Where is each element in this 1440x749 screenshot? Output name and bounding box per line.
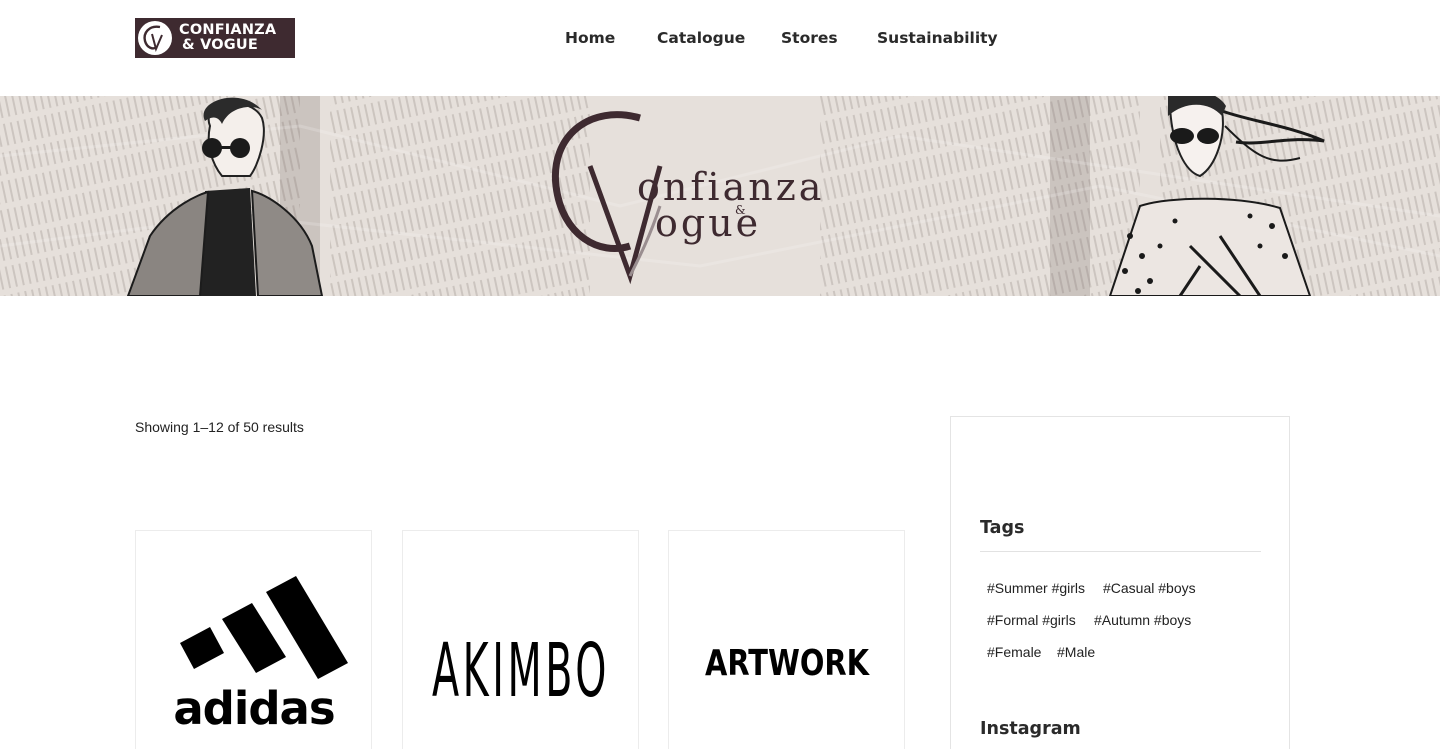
newspaper-background: onfianza & ogue [0,96,1440,296]
banner-title-line-2: ogue [655,201,761,245]
tag-summer-girls[interactable]: #Summer #girls [987,579,1085,597]
artwork-wordmark: ARTWORK [705,643,870,684]
instagram-title: Instagram [980,719,1081,739]
tags-divider [980,551,1261,552]
adidas-wordmark: adidas [173,682,334,735]
tag-male[interactable]: #Male [1057,643,1095,661]
tags-title: Tags [980,518,1025,538]
nav-home[interactable]: Home [565,26,615,50]
nav-catalogue[interactable]: Catalogue [657,26,745,50]
tag-formal-girls[interactable]: #Formal #girls [987,611,1076,629]
site-header: CONFIANZA & VOGUE Home Catalogue Stores … [0,0,1440,96]
adidas-logo-icon: adidas [173,576,348,735]
main-navigation: Home Catalogue Stores Sustainability [0,26,1440,50]
tag-autumn-boys[interactable]: #Autumn #boys [1094,611,1191,629]
akimbo-wordmark: AKIMBO [432,628,610,714]
tag-female[interactable]: #Female [987,643,1041,661]
tag-casual-boys[interactable]: #Casual #boys [1103,579,1196,597]
hero-banner: onfianza & ogue [0,96,1440,296]
product-card-akimbo[interactable]: AKIMBO [402,530,639,749]
akimbo-logo-icon: AKIMBO [432,628,610,714]
result-count: Showing 1–12 of 50 results [135,419,304,435]
nav-sustainability[interactable]: Sustainability [877,26,998,50]
product-card-artwork[interactable]: ARTWORK [668,530,905,749]
product-card-adidas[interactable]: adidas [135,530,372,749]
sidebar: Tags #Summer #girls #Casual #boys #Forma… [950,416,1290,749]
nav-stores[interactable]: Stores [781,26,838,50]
artwork-logo-icon: ARTWORK [705,643,870,684]
